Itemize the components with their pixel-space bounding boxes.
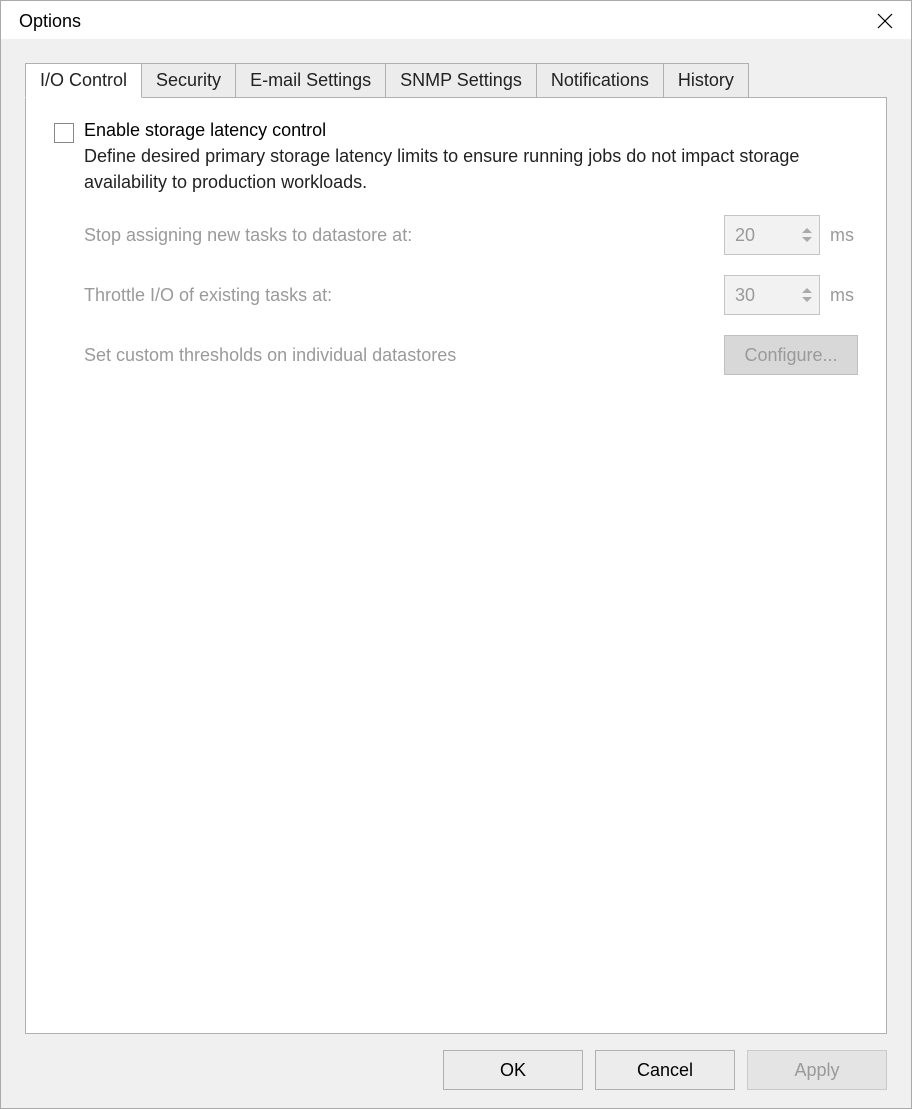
enable-latency-label: Enable storage latency control	[84, 120, 858, 141]
chevron-down-icon[interactable]	[802, 237, 812, 242]
chevron-up-icon[interactable]	[802, 288, 812, 293]
tab-security[interactable]: Security	[141, 63, 236, 98]
throttle-spinner[interactable]: 30	[724, 275, 820, 315]
checkbox-text-group: Enable storage latency control Define de…	[84, 120, 858, 195]
configure-button[interactable]: Configure...	[724, 335, 858, 375]
chevron-up-icon[interactable]	[802, 228, 812, 233]
stop-tasks-label: Stop assigning new tasks to datastore at…	[84, 225, 724, 246]
enable-latency-description: Define desired primary storage latency l…	[84, 143, 858, 195]
window-title: Options	[19, 11, 81, 32]
tab-snmp-settings[interactable]: SNMP Settings	[385, 63, 537, 98]
cancel-button[interactable]: Cancel	[595, 1050, 735, 1090]
stop-tasks-unit: ms	[830, 225, 858, 246]
tab-io-control[interactable]: I/O Control	[25, 63, 142, 98]
dialog-footer: OK Cancel Apply	[25, 1050, 887, 1090]
stop-tasks-spinner[interactable]: 20	[724, 215, 820, 255]
apply-button[interactable]: Apply	[747, 1050, 887, 1090]
ok-button[interactable]: OK	[443, 1050, 583, 1090]
tab-strip: I/O Control Security E-mail Settings SNM…	[25, 63, 887, 98]
throttle-unit: ms	[830, 285, 858, 306]
enable-latency-row: Enable storage latency control Define de…	[54, 120, 858, 195]
options-dialog: Options I/O Control Security E-mail Sett…	[0, 0, 912, 1109]
tab-notifications[interactable]: Notifications	[536, 63, 664, 98]
spinner-arrows	[795, 216, 819, 254]
throttle-value: 30	[725, 285, 795, 306]
throttle-label: Throttle I/O of existing tasks at:	[84, 285, 724, 306]
throttle-row: Throttle I/O of existing tasks at: 30 ms	[54, 275, 858, 315]
close-icon	[877, 13, 893, 29]
custom-thresholds-label: Set custom thresholds on individual data…	[84, 345, 724, 366]
close-button[interactable]	[873, 9, 897, 33]
stop-tasks-row: Stop assigning new tasks to datastore at…	[54, 215, 858, 255]
tab-panel-io-control: Enable storage latency control Define de…	[25, 97, 887, 1034]
tab-history[interactable]: History	[663, 63, 749, 98]
chevron-down-icon[interactable]	[802, 297, 812, 302]
enable-latency-checkbox[interactable]	[54, 123, 74, 143]
titlebar: Options	[1, 1, 911, 39]
spinner-arrows	[795, 276, 819, 314]
tab-email-settings[interactable]: E-mail Settings	[235, 63, 386, 98]
stop-tasks-value: 20	[725, 225, 795, 246]
custom-thresholds-row: Set custom thresholds on individual data…	[54, 335, 858, 375]
dialog-body: I/O Control Security E-mail Settings SNM…	[1, 39, 911, 1108]
